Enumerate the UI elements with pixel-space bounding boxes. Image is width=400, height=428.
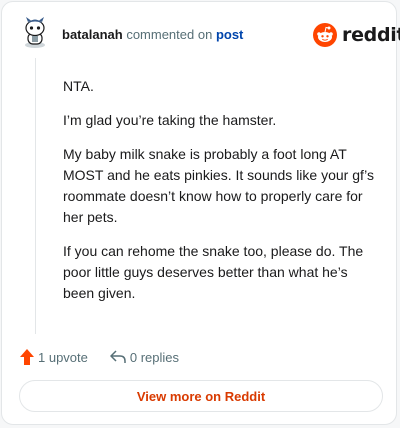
upvote-count: 1 upvote	[38, 349, 88, 365]
replies-count: 0 replies	[129, 349, 180, 365]
upvote-button[interactable]: 1 upvote	[20, 349, 88, 365]
reddit-snoo-icon	[313, 22, 337, 47]
thread-line	[35, 58, 36, 334]
comment-body: NTA. I’m glad you’re taking the hamster.…	[63, 76, 381, 317]
comment-actions: 1 upvote 0 replies	[20, 348, 179, 366]
comment-paragraph: I’m glad you’re taking the hamster.	[63, 112, 277, 128]
reply-arrow-icon	[110, 350, 126, 363]
commented-on-text: commented on	[126, 27, 213, 42]
replies-button[interactable]: 0 replies	[110, 350, 179, 365]
reddit-wordmark: reddit	[342, 23, 400, 46]
upvote-arrow-icon	[20, 349, 34, 365]
comment-paragraph: If you can rehome the snake too, please …	[63, 243, 364, 301]
comment-embed-card: batalanah commented on post reddit NTA. …	[1, 1, 400, 425]
username-link[interactable]: batalanah	[62, 27, 123, 42]
comment-paragraph: NTA.	[63, 78, 94, 94]
post-link[interactable]: post	[216, 27, 243, 42]
view-more-on-reddit-button[interactable]: View more on Reddit	[19, 380, 383, 412]
comment-paragraph: My baby milk snake is probably a foot lo…	[63, 146, 375, 225]
comment-header: batalanah commented on post	[62, 27, 243, 42]
reddit-logo[interactable]: reddit	[313, 21, 400, 48]
user-avatar-icon[interactable]	[20, 16, 50, 48]
